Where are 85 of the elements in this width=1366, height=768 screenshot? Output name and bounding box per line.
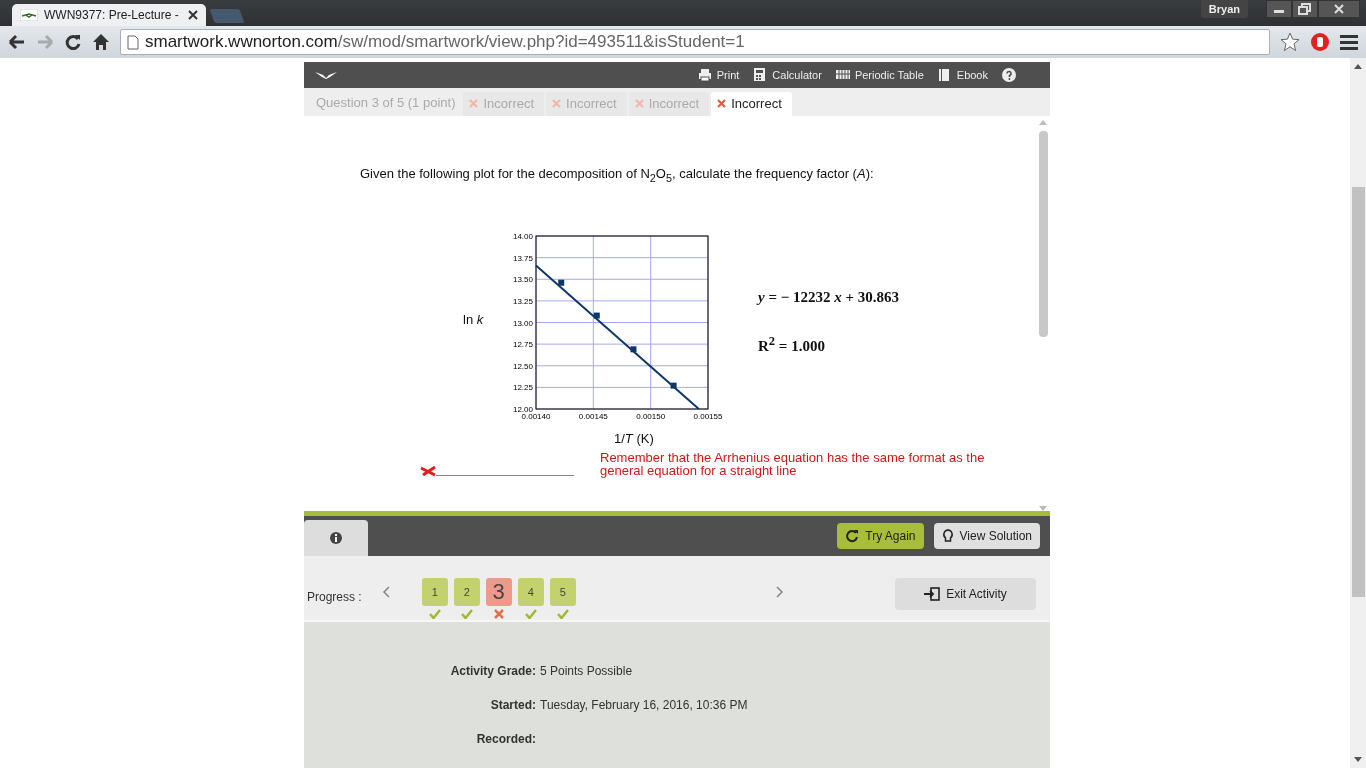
toolbar-link[interactable]: Ebook (937, 68, 988, 82)
cross-icon (634, 99, 644, 108)
question-text: Given the following plot for the decomposition of N$_{2}$O$_{5}$, calculate the frequency factor (A): (360, 166, 875, 184)
minimize-icon (1266, 0, 1292, 18)
grade-label: Activity Grade: (449, 664, 537, 678)
hint-text: Remember that the Arrhenius equation has the same format as the general equation for a straight line (600, 450, 986, 477)
back-arrow-icon (8, 34, 26, 50)
check-mark-icon (524, 609, 537, 619)
cross-icon (717, 99, 727, 108)
y-tick-label: 13.75 (512, 253, 533, 263)
cross-icon (552, 99, 562, 108)
scroll-down-icon (1354, 757, 1362, 762)
user-name: Bryan (1200, 0, 1248, 18)
exit-activity-button[interactable]: Exit Activity (895, 578, 1036, 610)
question-number-button[interactable]: 1 (421, 578, 448, 606)
star-icon (1280, 32, 1300, 52)
chevron-left-icon (381, 586, 390, 598)
grid-icon (835, 68, 850, 82)
data-point (670, 382, 677, 389)
data-point (630, 345, 637, 352)
grade-label: Recorded: (475, 732, 537, 746)
chevron-right-icon (775, 586, 784, 598)
printer-icon (697, 68, 712, 82)
y-tick-label: 13.00 (512, 318, 533, 328)
question-counter: Question 3 of 5 (1 point) (315, 95, 457, 112)
toolbar-link[interactable]: Print (697, 68, 740, 82)
equation-text: R$^{2}$ = 1.000 (758, 333, 826, 355)
y-tick-label: 12.50 (512, 361, 533, 371)
data-point (558, 279, 565, 286)
y-tick-label: 13.50 (512, 274, 533, 284)
book-icon (937, 68, 952, 82)
grade-value: Tuesday, February 16, 2016, 10:36 PM (540, 698, 748, 712)
close-icon (1318, 0, 1360, 18)
y-tick-label: 12.25 (512, 382, 533, 392)
x-tick-label: 0.00145 (578, 411, 608, 421)
x-tick-label: 0.00140 (521, 411, 551, 421)
calculator-icon (753, 68, 768, 82)
question-number-button[interactable]: 5 (549, 578, 576, 606)
cross-mark-icon (493, 609, 504, 619)
view-solution-button[interactable]: View Solution (933, 523, 1040, 549)
y-tick-label: 13.25 (512, 296, 533, 306)
y-tick-label: 12.00 (512, 404, 533, 414)
question-number-button[interactable]: 4 (517, 578, 544, 606)
y-tick-label: 12.75 (512, 339, 533, 349)
help-icon (1002, 68, 1016, 82)
x-tick-label: 0.00150 (636, 411, 666, 421)
restore-icon (1292, 0, 1318, 18)
info-icon (330, 532, 342, 544)
grade-label: Started: (489, 698, 537, 712)
home-icon (92, 33, 110, 51)
toolbar-link[interactable]: Periodic Table (835, 68, 924, 82)
menu-icon (1340, 34, 1358, 50)
page-scrollbar-thumb[interactable] (1351, 187, 1365, 597)
check-mark-icon (556, 609, 569, 619)
scroll-up-icon (1354, 64, 1362, 69)
exit-door-icon (924, 587, 941, 601)
cross-icon (469, 99, 479, 108)
attempt-tab[interactable]: Incorrect (711, 92, 792, 116)
new-tab-button[interactable] (209, 9, 245, 23)
scroll-up-icon (1039, 120, 1047, 125)
data-point (593, 312, 600, 319)
equation-text: y = − 12232 x + 30.863 (758, 288, 900, 306)
question-number-button[interactable]: 2 (453, 578, 480, 606)
question-number-button[interactable]: 3 (485, 578, 512, 606)
reload-icon (64, 33, 82, 51)
grade-value: 5 Points Possible (540, 664, 633, 678)
info-tab[interactable] (304, 520, 368, 556)
progress-label: Progress : (307, 590, 362, 604)
refresh-icon (845, 529, 860, 543)
close-icon (188, 10, 199, 20)
toolbar-link[interactable]: Calculator (753, 68, 822, 82)
forward-arrow-icon (36, 34, 54, 50)
check-mark-icon (460, 609, 473, 619)
x-tick-label: 0.00155 (693, 411, 723, 421)
page-icon (127, 34, 139, 50)
scrollbar-thumb[interactable] (1038, 131, 1048, 337)
check-mark-icon (428, 609, 441, 619)
y-axis-label: ln k (463, 311, 484, 327)
address-bar[interactable]: smartwork.wwnorton.com/sw/mod/smartwork/view.php?id=493511&isStudent=1 (120, 29, 1270, 55)
try-again-button[interactable]: Try Again (837, 523, 924, 549)
x-axis-label: 1/T (K) (614, 430, 654, 446)
y-tick-label: 14.00 (512, 231, 533, 241)
browser-tab[interactable]: WWN9377: Pre-Lecture - (12, 4, 207, 26)
lightbulb-icon (941, 529, 954, 543)
scroll-down-icon (1039, 506, 1047, 511)
